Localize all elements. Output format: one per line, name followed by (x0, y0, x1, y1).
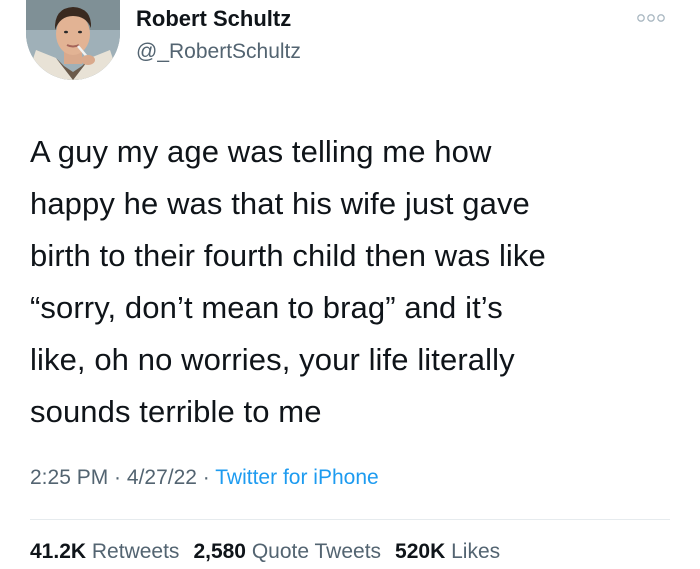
tweet-text-line: “sorry, don’t mean to brag” and it’s (30, 290, 503, 325)
tweet-metadata: 2:25 PM · 4/27/22 · Twitter for iPhone (30, 466, 379, 490)
tweet-date[interactable]: 4/27/22 (127, 466, 197, 489)
tweet-text-line: A guy my age was telling me how (30, 134, 492, 169)
tweet-source-link[interactable]: Twitter for iPhone (215, 466, 378, 489)
avatar-photo (26, 0, 120, 80)
quote-tweets-count: 2,580 (193, 540, 246, 563)
tweet-text-line: sounds terrible to me (30, 394, 322, 429)
engagement-stats: 41.2K Retweets 2,580 Quote Tweets 520K Lik… (30, 540, 514, 564)
tweet-time[interactable]: 2:25 PM (30, 466, 108, 489)
divider (30, 519, 670, 520)
retweets-count: 41.2K (30, 540, 87, 563)
quote-tweets-label: Quote Tweets (251, 540, 382, 563)
retweets-stat[interactable]: 41.2K Retweets (30, 540, 179, 563)
author-name[interactable]: Robert Schultz (136, 6, 291, 32)
author-handle[interactable]: @_RobertSchultz (136, 40, 301, 64)
tweet-card: Robert Schultz @_RobertSchultz A guy my … (0, 0, 700, 569)
likes-stat[interactable]: 520K Likes (395, 540, 500, 563)
likes-count: 520K (395, 540, 446, 563)
tweet-text: A guy my age was telling me how happy he… (30, 126, 680, 438)
meta-separator: · (196, 466, 216, 489)
avatar[interactable] (26, 0, 120, 80)
likes-label: Likes (451, 540, 501, 563)
meta-separator: · (108, 466, 127, 489)
tweet-text-line: birth to their fourth child then was lik… (30, 238, 546, 273)
tweet-text-line: happy he was that his wife just gave (30, 186, 530, 221)
tweet-text-line: like, oh no worries, your life literally (30, 342, 515, 377)
retweets-label: Retweets (91, 540, 180, 563)
more-horizontal-icon[interactable] (636, 10, 666, 26)
quote-tweets-stat[interactable]: 2,580 Quote Tweets (193, 540, 381, 563)
